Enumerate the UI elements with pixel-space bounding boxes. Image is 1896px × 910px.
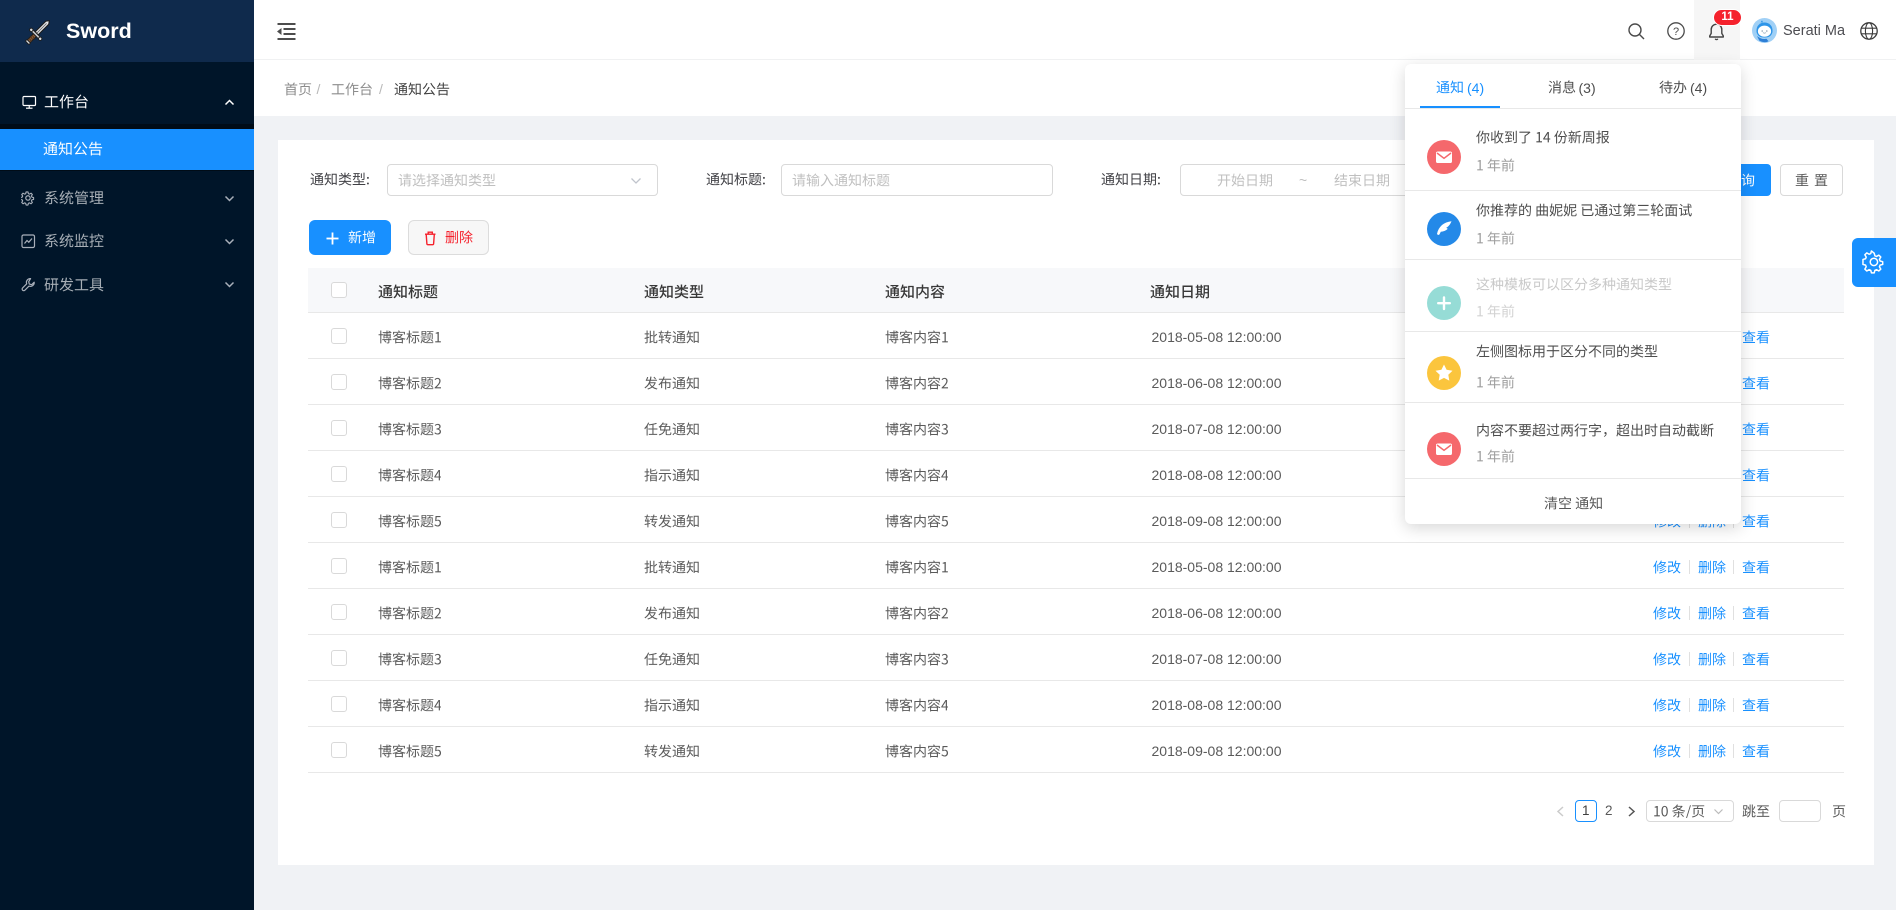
svg-text:?: ? (1673, 26, 1679, 38)
